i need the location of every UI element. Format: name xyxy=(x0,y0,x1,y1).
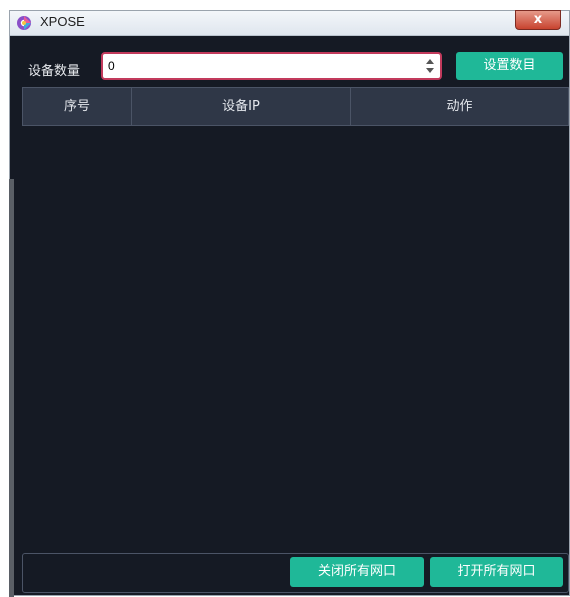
table-body xyxy=(22,126,569,556)
column-header-index[interactable]: 序号 xyxy=(23,88,132,125)
title-bar[interactable]: XPOSE x xyxy=(10,10,569,36)
close-window-button[interactable]: x xyxy=(515,10,561,30)
table-header: 序号 设备IP 动作 xyxy=(22,87,569,126)
column-header-device-ip[interactable]: 设备IP xyxy=(132,88,351,125)
open-all-ports-button[interactable]: 打开所有网口 xyxy=(430,557,563,587)
device-count-label: 设备数量 xyxy=(28,64,81,79)
left-edge-strip xyxy=(9,179,14,597)
xpose-window: XPOSE x 设备数量 0 设置数目 序号 设备IP 动作 关闭所有网口 打开… xyxy=(9,10,570,597)
set-count-button[interactable]: 设置数目 xyxy=(456,52,563,80)
device-table: 序号 设备IP 动作 xyxy=(22,87,569,556)
device-count-stepper[interactable]: 0 xyxy=(101,52,442,80)
spin-buttons[interactable] xyxy=(425,56,435,76)
device-count-value[interactable]: 0 xyxy=(108,59,115,73)
window-title: XPOSE xyxy=(40,14,85,29)
spin-down-icon[interactable] xyxy=(426,68,434,73)
spin-up-icon[interactable] xyxy=(426,59,434,64)
close-all-ports-button[interactable]: 关闭所有网口 xyxy=(290,557,424,587)
app-logo-icon xyxy=(17,16,31,30)
column-header-action[interactable]: 动作 xyxy=(351,88,568,125)
